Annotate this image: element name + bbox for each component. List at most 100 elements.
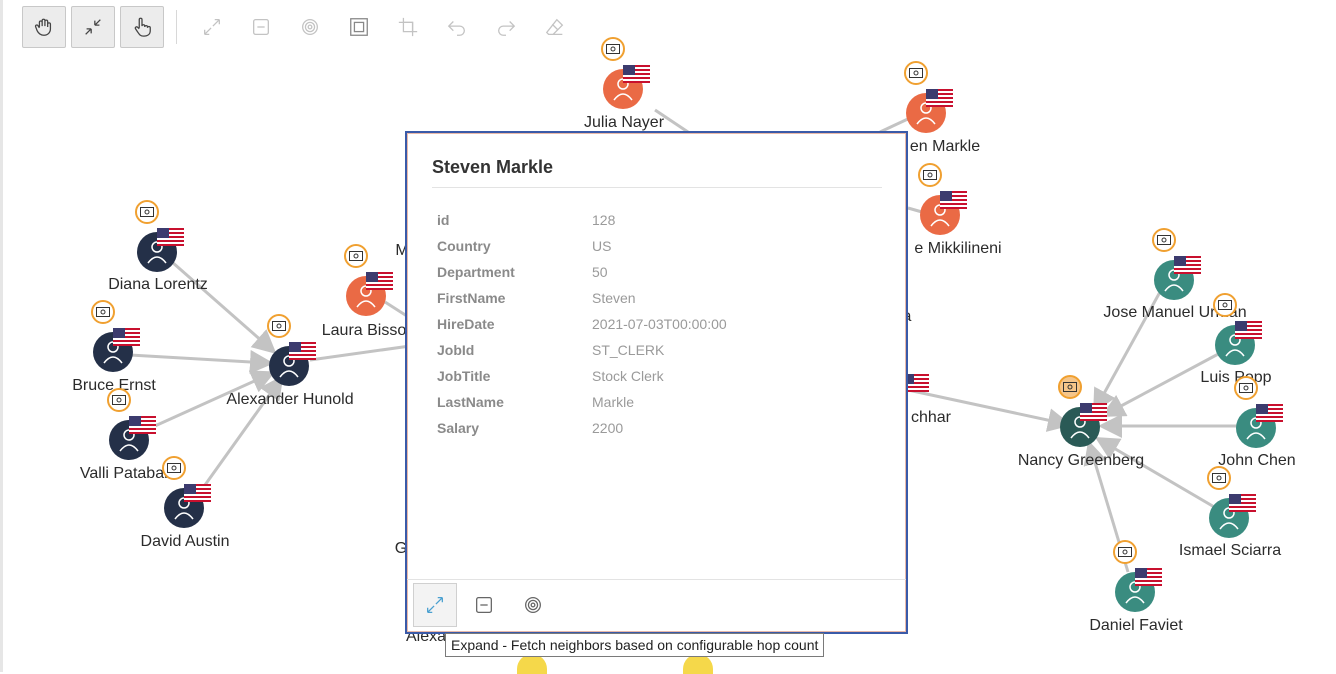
focus-button[interactable] — [285, 6, 334, 48]
property-key: Salary — [437, 420, 480, 436]
node-ismael-sciarra[interactable] — [1207, 466, 1256, 538]
pan-button[interactable] — [22, 6, 66, 48]
us-flag-icon — [1256, 404, 1283, 422]
node-john-chen[interactable] — [1234, 376, 1283, 448]
node-valli-pataballa[interactable] — [107, 388, 156, 460]
popup-title: Steven Markle — [432, 157, 554, 177]
node-properties-popup: Steven Markle id 128 Country US Department… — [405, 131, 908, 634]
properties-list: id 128 Country US Department 50 FirstName St… — [437, 207, 727, 441]
property-value: 128 — [592, 212, 616, 228]
edge — [129, 349, 274, 374]
us-flag-icon — [157, 228, 184, 246]
node-david-austin[interactable] — [162, 456, 211, 528]
money-icon — [135, 200, 159, 224]
node-jose-manuel-urman[interactable] — [1152, 228, 1201, 300]
node-daniel-faviet[interactable] — [1113, 540, 1162, 612]
property-key: Country — [437, 238, 491, 254]
money-icon — [1152, 228, 1176, 252]
property-key: JobTitle — [437, 368, 491, 384]
hand-icon — [34, 18, 52, 36]
node-label: Laura Bisso — [321, 322, 407, 339]
us-flag-icon — [940, 191, 967, 209]
eraser-button[interactable] — [530, 6, 579, 48]
minus-square-icon — [252, 19, 269, 35]
undo-icon — [447, 21, 465, 36]
money-icon — [344, 244, 368, 268]
node-luis-popp[interactable] — [1213, 293, 1262, 365]
redo-button[interactable] — [481, 6, 530, 48]
expand-tooltip: Expand - Fetch neighbors based on config… — [445, 633, 825, 657]
property-key: FirstName — [437, 290, 506, 306]
expand-arrows-icon — [427, 597, 443, 613]
target-icon — [301, 19, 318, 35]
node-laura-bissot[interactable] — [344, 244, 393, 316]
money-icon — [1058, 375, 1082, 399]
edge — [1094, 436, 1217, 510]
crop-button[interactable] — [383, 6, 432, 48]
us-flag-icon — [184, 484, 211, 502]
property-value: Markle — [592, 394, 635, 410]
graph-toolbar — [22, 5, 579, 49]
divider — [432, 187, 882, 188]
node-julia-nayer[interactable] — [601, 37, 650, 109]
toolbar-separator — [176, 10, 177, 44]
money-icon — [162, 456, 186, 480]
us-flag-icon — [1080, 403, 1107, 421]
money-icon — [91, 300, 115, 324]
money-icon — [601, 37, 625, 61]
frame-icon — [349, 18, 368, 36]
us-flag-icon — [1135, 568, 1162, 586]
property-row: Department 50 — [437, 259, 727, 285]
crop-icon — [398, 17, 417, 37]
property-value: US — [592, 238, 612, 254]
node-steven-markle[interactable] — [904, 61, 953, 133]
node-nancy-greenberg[interactable] — [1058, 375, 1107, 447]
popup-expand-button[interactable] — [413, 583, 457, 627]
money-icon — [904, 61, 928, 85]
node-alexander-hunold[interactable] — [267, 314, 316, 386]
property-key: JobId — [437, 342, 475, 358]
collapse-all-button[interactable] — [71, 6, 115, 48]
expand-arrows-icon — [203, 19, 220, 35]
minus-square-icon — [476, 597, 492, 613]
us-flag-icon — [113, 328, 140, 346]
us-flag-icon — [129, 416, 156, 434]
property-row: Salary 2200 — [437, 415, 727, 441]
us-flag-icon — [366, 272, 393, 290]
property-value: ST_CLERK — [592, 342, 665, 358]
us-flag-icon — [623, 65, 650, 83]
popup-focus-button[interactable] — [511, 583, 555, 627]
target-icon — [525, 597, 541, 613]
us-flag-icon — [926, 89, 953, 107]
expand-button[interactable] — [187, 6, 236, 48]
us-flag-icon — [289, 342, 316, 360]
node-label: e Mikkilineni — [914, 240, 1002, 257]
undo-button[interactable] — [432, 6, 481, 48]
property-key: id — [437, 212, 450, 228]
popup-collapse-button[interactable] — [462, 583, 506, 627]
property-key: HireDate — [437, 316, 495, 332]
node-mikkilineni[interactable] — [918, 163, 967, 235]
node-diana-lorentz[interactable] — [135, 200, 184, 272]
property-value: 2200 — [592, 420, 624, 436]
collapse-button[interactable] — [236, 6, 285, 48]
money-icon — [1213, 293, 1237, 317]
node-label: Daniel Faviet — [1089, 617, 1183, 634]
property-value: 50 — [592, 264, 608, 280]
fit-button[interactable] — [334, 6, 383, 48]
node-label: David Austin — [140, 533, 230, 550]
money-icon — [267, 314, 291, 338]
money-icon — [1113, 540, 1137, 564]
us-flag-icon — [1235, 321, 1262, 339]
redo-icon — [497, 21, 515, 36]
select-button[interactable] — [120, 6, 164, 48]
node-label: en Markle — [909, 138, 981, 155]
property-row: Country US — [437, 233, 727, 259]
property-row: JobId ST_CLERK — [437, 337, 727, 363]
node-label: Nancy Greenberg — [1017, 452, 1145, 469]
node-label: chhar — [910, 409, 952, 426]
node-label: Ismael Sciarra — [1178, 542, 1282, 559]
edge — [309, 344, 411, 362]
node-bruce-ernst[interactable] — [91, 300, 140, 372]
node-label: Alexander Hunold — [226, 391, 354, 408]
